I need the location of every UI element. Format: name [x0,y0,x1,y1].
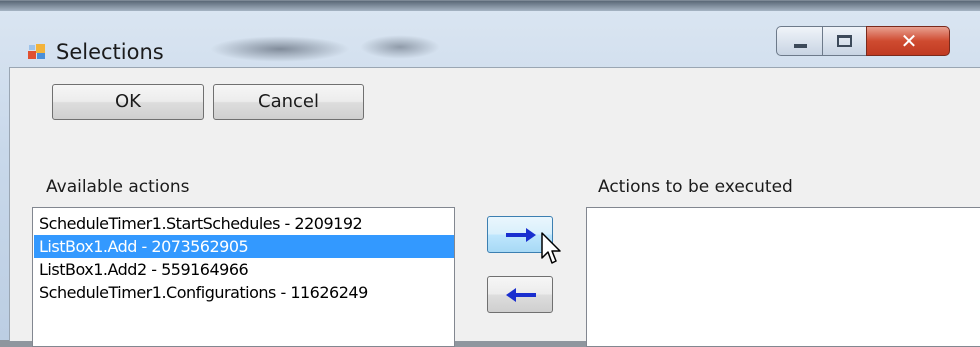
title-bar[interactable]: Selections ✕ [0,11,980,69]
maximize-icon [837,35,852,47]
actions-to-execute-label: Actions to be executed [598,177,793,197]
background-blur [210,36,350,62]
actions-to-execute-list[interactable] [586,207,980,347]
form-window-icon [28,44,45,59]
available-actions-list[interactable]: ScheduleTimer1.StartSchedules - 2209192 … [32,207,455,347]
background-blur [360,35,440,59]
maximize-button[interactable] [822,26,867,56]
arrow-right-icon [506,228,536,242]
list-item-selected[interactable]: ListBox1.Add - 2073562905 [34,235,454,258]
arrow-left-icon [506,288,536,302]
list-item[interactable]: ScheduleTimer1.StartSchedules - 2209192 [39,212,363,235]
available-actions-label: Available actions [46,177,190,197]
list-item[interactable]: ListBox1.Add2 - 559164966 [39,258,249,281]
dialog-body: OK Cancel Available actions Actions to b… [9,67,980,347]
list-item[interactable]: ScheduleTimer1.Configurations - 11626249 [39,281,368,304]
background-strip [0,1,980,11]
selections-window: Selections ✕ OK Cancel Available actions… [0,0,980,347]
window-title: Selections [56,40,164,64]
minimize-icon [794,44,807,48]
mouse-pointer-icon [541,232,561,264]
move-left-button[interactable] [487,276,553,313]
close-icon: ✕ [900,29,918,53]
cancel-button[interactable]: Cancel [213,84,364,120]
ok-button[interactable]: OK [52,84,204,120]
close-button[interactable]: ✕ [866,26,950,56]
minimize-button[interactable] [776,26,823,56]
